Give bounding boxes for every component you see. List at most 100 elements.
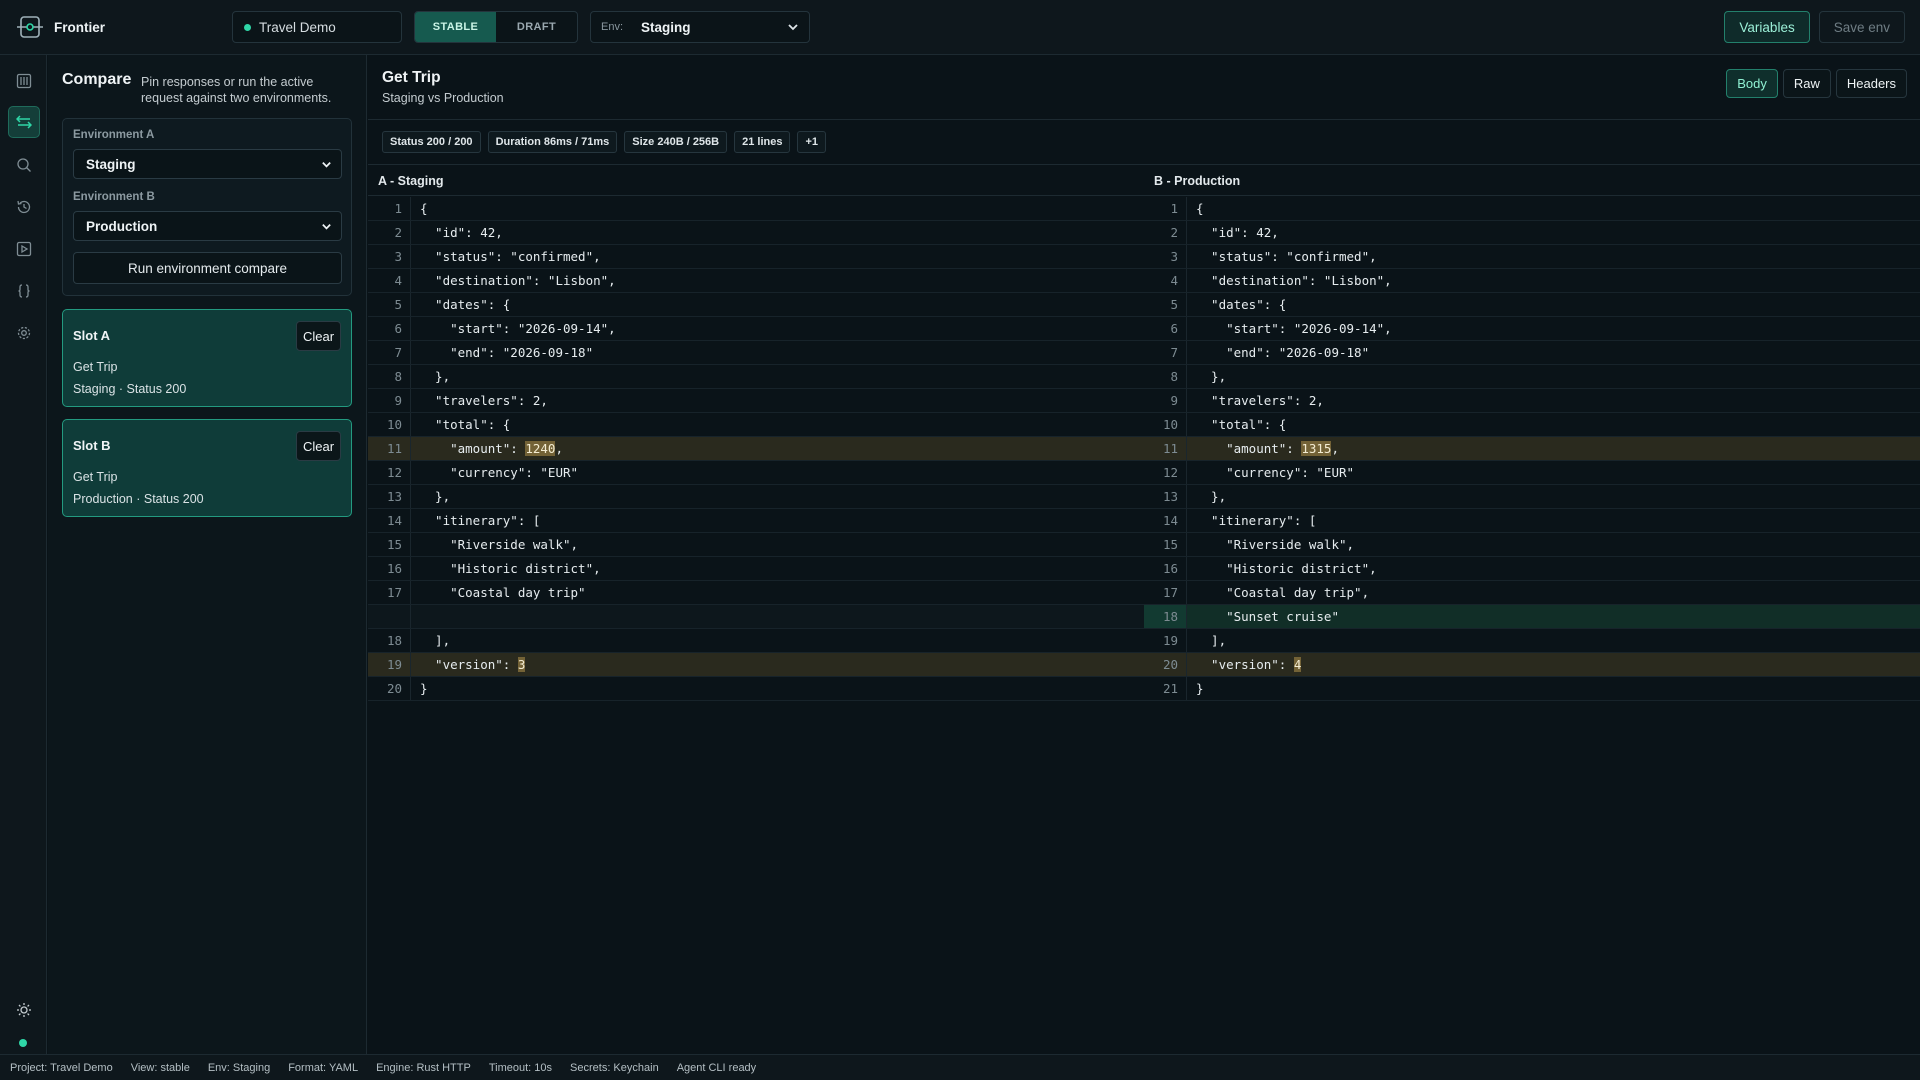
compare-icon[interactable] <box>8 106 40 138</box>
code-text: "version": <box>1196 657 1294 672</box>
diff-left-pane: 1{2 "id": 42, 3 "status": "confirmed", 4 "… <box>368 197 1144 701</box>
chevron-down-icon <box>322 224 331 230</box>
connection-status-dot <box>19 1039 27 1047</box>
line-number: 5 <box>1144 293 1187 316</box>
line-code: "status": "confirmed", <box>420 249 601 264</box>
line-number: 3 <box>1144 245 1187 268</box>
line-code: "total": { <box>420 417 511 432</box>
diff-line: 21} <box>1144 677 1920 701</box>
project-selector[interactable]: Travel Demo <box>232 11 402 43</box>
env-a-select[interactable]: Staging <box>73 149 342 179</box>
status-item: Timeout: 10s <box>488 1061 553 1074</box>
slot-a-clear-button[interactable]: Clear <box>296 321 341 351</box>
status-item: Secrets: Keychain <box>570 1061 659 1074</box>
tab-body[interactable]: Body <box>1726 69 1778 98</box>
diff-line: 8 }, <box>1144 365 1920 389</box>
size-badge: Size 240B / 256B <box>624 131 728 153</box>
diff-line: 6 "start": "2026-09-14", <box>1144 317 1920 341</box>
diff-line: 3 "status": "confirmed", <box>368 245 1144 269</box>
line-number: 10 <box>1144 413 1187 436</box>
env-a-value: Staging <box>86 156 136 172</box>
status-item: Project: Travel Demo <box>10 1061 113 1074</box>
changed-value: 1240 <box>525 441 556 456</box>
diff-line: 16 "Historic district", <box>368 557 1144 581</box>
line-number: 9 <box>1144 389 1187 412</box>
search-icon[interactable] <box>8 149 40 181</box>
request-title: Get Trip <box>382 69 441 86</box>
env-b-select[interactable]: Production <box>73 211 342 241</box>
line-number: 9 <box>368 389 411 412</box>
run-compare-button[interactable]: Run environment compare <box>73 252 342 284</box>
line-number: 6 <box>368 317 411 340</box>
diff-line: 17 "Coastal day trip" <box>368 581 1144 605</box>
line-code: "itinerary": [ <box>1196 513 1317 528</box>
line-number: 20 <box>1144 653 1187 676</box>
mode-tab-draft[interactable]: DRAFT <box>496 12 577 42</box>
runner-icon[interactable] <box>8 233 40 265</box>
variables-button[interactable]: Variables <box>1724 11 1810 43</box>
tab-raw[interactable]: Raw <box>1782 69 1831 98</box>
slot-b-card[interactable]: Slot B Clear Get Trip Production · Statu… <box>62 419 352 517</box>
frontier-logo-icon <box>17 16 43 38</box>
diff-line: 11 "amount": 1240, <box>368 437 1144 461</box>
line-code: }, <box>420 369 451 384</box>
line-code: { <box>420 201 428 216</box>
diff-line: 5 "dates": { <box>1144 293 1920 317</box>
diff-line: 15 "Riverside walk", <box>1144 533 1920 557</box>
code-icon[interactable] <box>8 275 40 307</box>
theme-icon[interactable] <box>8 994 40 1026</box>
diff-count-badge: +1 <box>797 131 827 153</box>
diff-line: 9 "travelers": 2, <box>368 389 1144 413</box>
diff-line: 1{ <box>368 197 1144 221</box>
line-number <box>368 605 411 628</box>
line-code: "end": "2026-09-18" <box>420 345 594 360</box>
line-number: 13 <box>1144 485 1187 508</box>
line-code: "start": "2026-09-14", <box>1196 321 1392 336</box>
line-number: 12 <box>368 461 411 484</box>
project-status-dot <box>244 23 251 31</box>
collections-icon[interactable] <box>8 65 40 97</box>
diff-line: 8 }, <box>368 365 1144 389</box>
top-bar: Frontier Travel Demo STABLE DRAFT Env: S… <box>0 0 1920 55</box>
diff-line: 10 "total": { <box>368 413 1144 437</box>
status-item: Agent CLI ready <box>676 1061 757 1074</box>
line-number: 17 <box>368 581 411 604</box>
status-item: Format: YAML <box>288 1061 359 1074</box>
line-code: "Sunset cruise" <box>1196 609 1339 624</box>
tab-headers[interactable]: Headers <box>1835 69 1907 98</box>
summary-badges: Status 200 / 200 Duration 86ms / 71ms Si… <box>382 131 833 153</box>
changed-value: 4 <box>1293 657 1302 672</box>
diff-line: 17 "Coastal day trip", <box>1144 581 1920 605</box>
env-b-value: Production <box>86 218 158 234</box>
line-number: 18 <box>368 629 411 652</box>
line-code: "status": "confirmed", <box>1196 249 1377 264</box>
diff-line: 9 "travelers": 2, <box>1144 389 1920 413</box>
slot-a-card[interactable]: Slot A Clear Get Trip Staging · Status 2… <box>62 309 352 407</box>
mode-tab-stable[interactable]: STABLE <box>415 12 496 42</box>
line-code: { <box>1196 201 1204 216</box>
line-code: "total": { <box>1196 417 1287 432</box>
code-text: , <box>555 441 563 456</box>
env-select[interactable]: Env: Staging <box>590 11 810 43</box>
status-item: Env: Staging <box>207 1061 271 1074</box>
line-code: "travelers": 2, <box>1196 393 1324 408</box>
settings-icon[interactable] <box>8 317 40 349</box>
diff-line: 2 "id": 42, <box>1144 221 1920 245</box>
line-code: "destination": "Lisbon", <box>420 273 616 288</box>
line-number: 19 <box>1144 629 1187 652</box>
diff-line: 20 "version": 4 <box>1144 653 1920 677</box>
view-tabs: Body Raw Headers <box>1721 69 1907 98</box>
save-env-button[interactable]: Save env <box>1818 11 1905 43</box>
line-number: 14 <box>1144 509 1187 532</box>
line-code: "start": "2026-09-14", <box>420 321 616 336</box>
compare-description: Pin responses or run the active request … <box>141 75 332 105</box>
env-select-label: Env: <box>601 21 624 33</box>
line-number: 19 <box>368 653 411 676</box>
slot-b-clear-button[interactable]: Clear <box>296 431 341 461</box>
diff-line: 1{ <box>1144 197 1920 221</box>
history-icon[interactable] <box>8 191 40 223</box>
diff-line: 18 "Sunset cruise" <box>1144 605 1920 629</box>
diff-right-pane: 1{2 "id": 42, 3 "status": "confirmed", 4 "… <box>1144 197 1920 701</box>
diff-line: 20} <box>368 677 1144 701</box>
line-code: "currency": "EUR" <box>420 465 579 480</box>
